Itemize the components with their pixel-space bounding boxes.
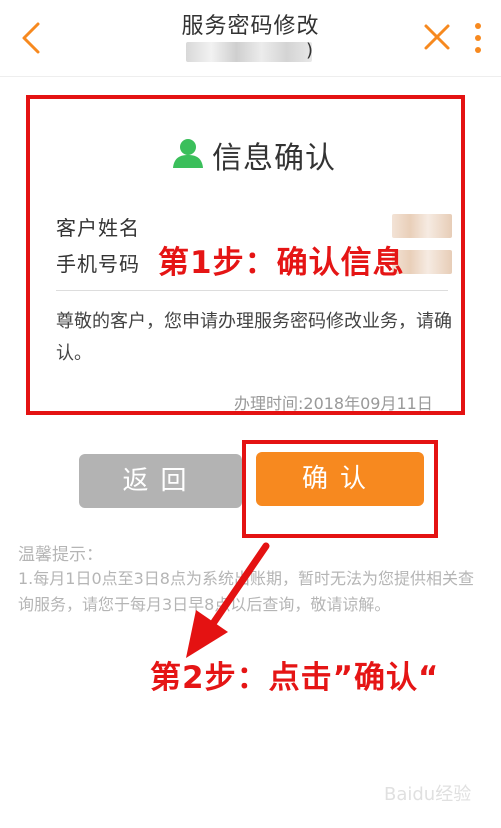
close-icon xyxy=(424,24,450,50)
baidu-watermark: Baidu经验 xyxy=(384,784,472,805)
annotation-arrow-icon xyxy=(186,542,270,658)
annotation-step2: 第2步：点击”确认“ xyxy=(150,660,440,696)
tips-title: 温馨提示： xyxy=(18,545,103,565)
annotation-step1: 第1步：确认信息 xyxy=(158,245,405,281)
more-button[interactable] xyxy=(466,18,490,58)
subtitle-tail: ) xyxy=(306,40,314,61)
annotation-box-confirm xyxy=(242,440,438,538)
page-title: 服务密码修改 xyxy=(181,14,320,39)
back-button[interactable] xyxy=(16,18,52,58)
back-arrow-icon xyxy=(22,22,40,54)
masked-subtitle xyxy=(186,42,312,62)
more-vertical-icon xyxy=(475,23,481,53)
close-button[interactable] xyxy=(420,20,454,54)
return-button[interactable]: 返回 xyxy=(79,454,242,508)
